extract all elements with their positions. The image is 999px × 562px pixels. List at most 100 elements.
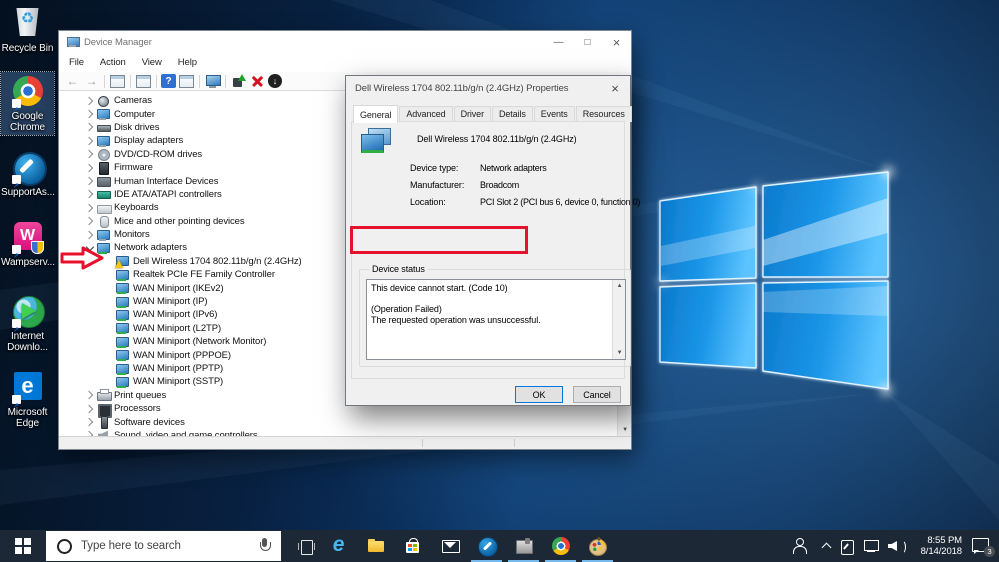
tree-item-label: WAN Miniport (IPv6) (133, 309, 218, 321)
desktop-icon-label: Wampserv... (1, 257, 55, 268)
tree-chevron-icon[interactable] (83, 392, 97, 398)
chevron-up-icon[interactable] (820, 541, 832, 551)
task-view-button[interactable] (292, 530, 319, 562)
taskbar-app-button[interactable] (431, 530, 468, 562)
info-row: Device type: Network adapters (410, 163, 620, 173)
menu-item[interactable]: Help (170, 55, 205, 70)
desktop-icon[interactable]: Wampserv... (1, 218, 55, 270)
tree-item-label: Firmware (114, 162, 153, 174)
device-class-icon (97, 188, 111, 200)
desktop-icon[interactable]: SupportAs... (1, 148, 55, 200)
tree-chevron-icon[interactable] (83, 124, 97, 130)
menu-bar: File Action View Help (59, 53, 631, 72)
tree-chevron-icon[interactable] (83, 218, 97, 224)
desktop-icon[interactable]: Google Chrome (0, 71, 55, 136)
tree-chevron-icon[interactable] (83, 419, 97, 425)
tab-label: Driver (460, 109, 485, 119)
desktop-icon-art (10, 74, 46, 108)
toolbar-separator (130, 74, 131, 88)
taskbar-app-button[interactable] (357, 530, 394, 562)
back-icon[interactable] (64, 74, 81, 89)
device-status-textbox[interactable]: This device cannot start. (Code 10) (Oper… (366, 279, 626, 360)
tree-chevron-icon[interactable] (83, 205, 97, 211)
minimize-button[interactable]: — (544, 31, 573, 53)
clock[interactable]: 8:55 PM 8/14/2018 (914, 535, 962, 558)
scroll-down-icon[interactable]: ▼ (613, 347, 625, 359)
scroll-down-icon[interactable]: ▼ (618, 423, 632, 436)
microphone-icon[interactable] (259, 538, 271, 554)
network-adapter-icon (361, 128, 393, 154)
desktop-icon-label: Recycle Bin (1, 43, 54, 54)
tree-item[interactable]: Software devices (59, 415, 631, 430)
tree-item-label: WAN Miniport (SSTP) (133, 376, 224, 388)
menu-item[interactable]: Action (92, 55, 134, 70)
dialog-tab[interactable]: Resources (575, 106, 632, 122)
desktop-icon[interactable]: Recycle Bin (1, 4, 54, 56)
close-button[interactable]: × (602, 31, 631, 53)
taskbar-app-button[interactable] (394, 530, 431, 562)
shortcut-arrow-icon (11, 175, 21, 184)
dialog-tab[interactable]: Details (491, 106, 533, 122)
disable-device-icon[interactable] (268, 74, 282, 88)
action-center-icon[interactable]: 3 (971, 537, 995, 557)
dialog-tab[interactable]: Driver (453, 106, 491, 122)
search-box[interactable]: Type here to search (46, 531, 281, 561)
cancel-button[interactable]: Cancel (573, 386, 621, 403)
taskbar-app-button[interactable] (542, 530, 579, 562)
status-scrollbar[interactable]: ▲ ▼ (612, 280, 625, 359)
dialog-tab[interactable]: Advanced (399, 106, 453, 122)
shortcut-arrow-icon (11, 99, 21, 108)
taskbar-app-button[interactable] (468, 530, 505, 562)
device-class-icon (97, 161, 110, 175)
tree-chevron-icon[interactable] (83, 98, 97, 104)
taskbar-apps (320, 530, 616, 562)
tree-chevron-icon[interactable] (83, 138, 97, 144)
scroll-up-icon[interactable]: ▲ (613, 280, 625, 292)
network-icon[interactable] (863, 539, 879, 553)
console-tree-icon[interactable] (109, 74, 126, 89)
tree-item-label: Network adapters (114, 242, 187, 254)
tree-chevron-icon[interactable] (83, 406, 97, 412)
volume-icon[interactable] (888, 540, 906, 554)
dialog-tab[interactable]: Events (533, 106, 575, 122)
update-driver-icon[interactable] (230, 73, 247, 89)
tree-chevron-icon[interactable] (83, 178, 97, 184)
action-pane-icon[interactable] (178, 74, 195, 89)
tree-chevron-icon[interactable] (83, 151, 97, 157)
tree-chevron-icon[interactable] (83, 111, 97, 117)
device-class-icon (116, 322, 129, 335)
dialog-close-icon[interactable]: × (600, 76, 630, 100)
uninstall-device-icon[interactable] (249, 74, 266, 89)
search-placeholder: Type here to search (81, 540, 181, 552)
menu-item[interactable]: View (134, 55, 170, 70)
desktop-icon-label: Google Chrome (10, 111, 45, 133)
tree-item[interactable]: Sound, video and game controllers (59, 429, 631, 436)
device-manager-titlebar[interactable]: Device Manager — □ × (59, 31, 631, 53)
pen-icon[interactable] (841, 539, 854, 555)
properties-icon[interactable] (135, 74, 152, 89)
desktop-icon-label: Internet Downlo... (7, 331, 48, 353)
maximize-button[interactable]: □ (573, 31, 602, 53)
taskbar-app-button[interactable] (579, 530, 616, 562)
people-icon[interactable] (791, 538, 811, 554)
info-row: Location: PCI Slot 2 (PCI bus 6, device 0… (410, 197, 640, 207)
help-icon[interactable] (161, 74, 176, 88)
tree-chevron-icon[interactable] (83, 165, 97, 171)
scan-hardware-changes-icon[interactable] (204, 74, 221, 89)
ok-button[interactable]: OK (515, 386, 563, 403)
app-icon (513, 535, 535, 557)
start-button[interactable] (0, 530, 46, 562)
forward-icon[interactable] (83, 74, 100, 89)
device-class-icon (97, 135, 110, 147)
taskbar-app-button[interactable] (320, 530, 357, 562)
taskbar-app-button[interactable] (505, 530, 542, 562)
app-icon (328, 533, 350, 557)
tree-chevron-icon[interactable] (83, 191, 97, 197)
tree-chevron-icon[interactable] (83, 232, 97, 238)
dialog-tab[interactable]: General (353, 105, 399, 123)
desktop-icon[interactable]: Internet Downlo... (1, 292, 54, 355)
desktop-icon-label: Microsoft Edge (7, 407, 48, 429)
menu-item[interactable]: File (61, 55, 92, 70)
desktop-icon[interactable]: Microsoft Edge (1, 368, 54, 431)
dialog-titlebar[interactable]: Dell Wireless 1704 802.11b/g/n (2.4GHz) … (346, 76, 630, 100)
